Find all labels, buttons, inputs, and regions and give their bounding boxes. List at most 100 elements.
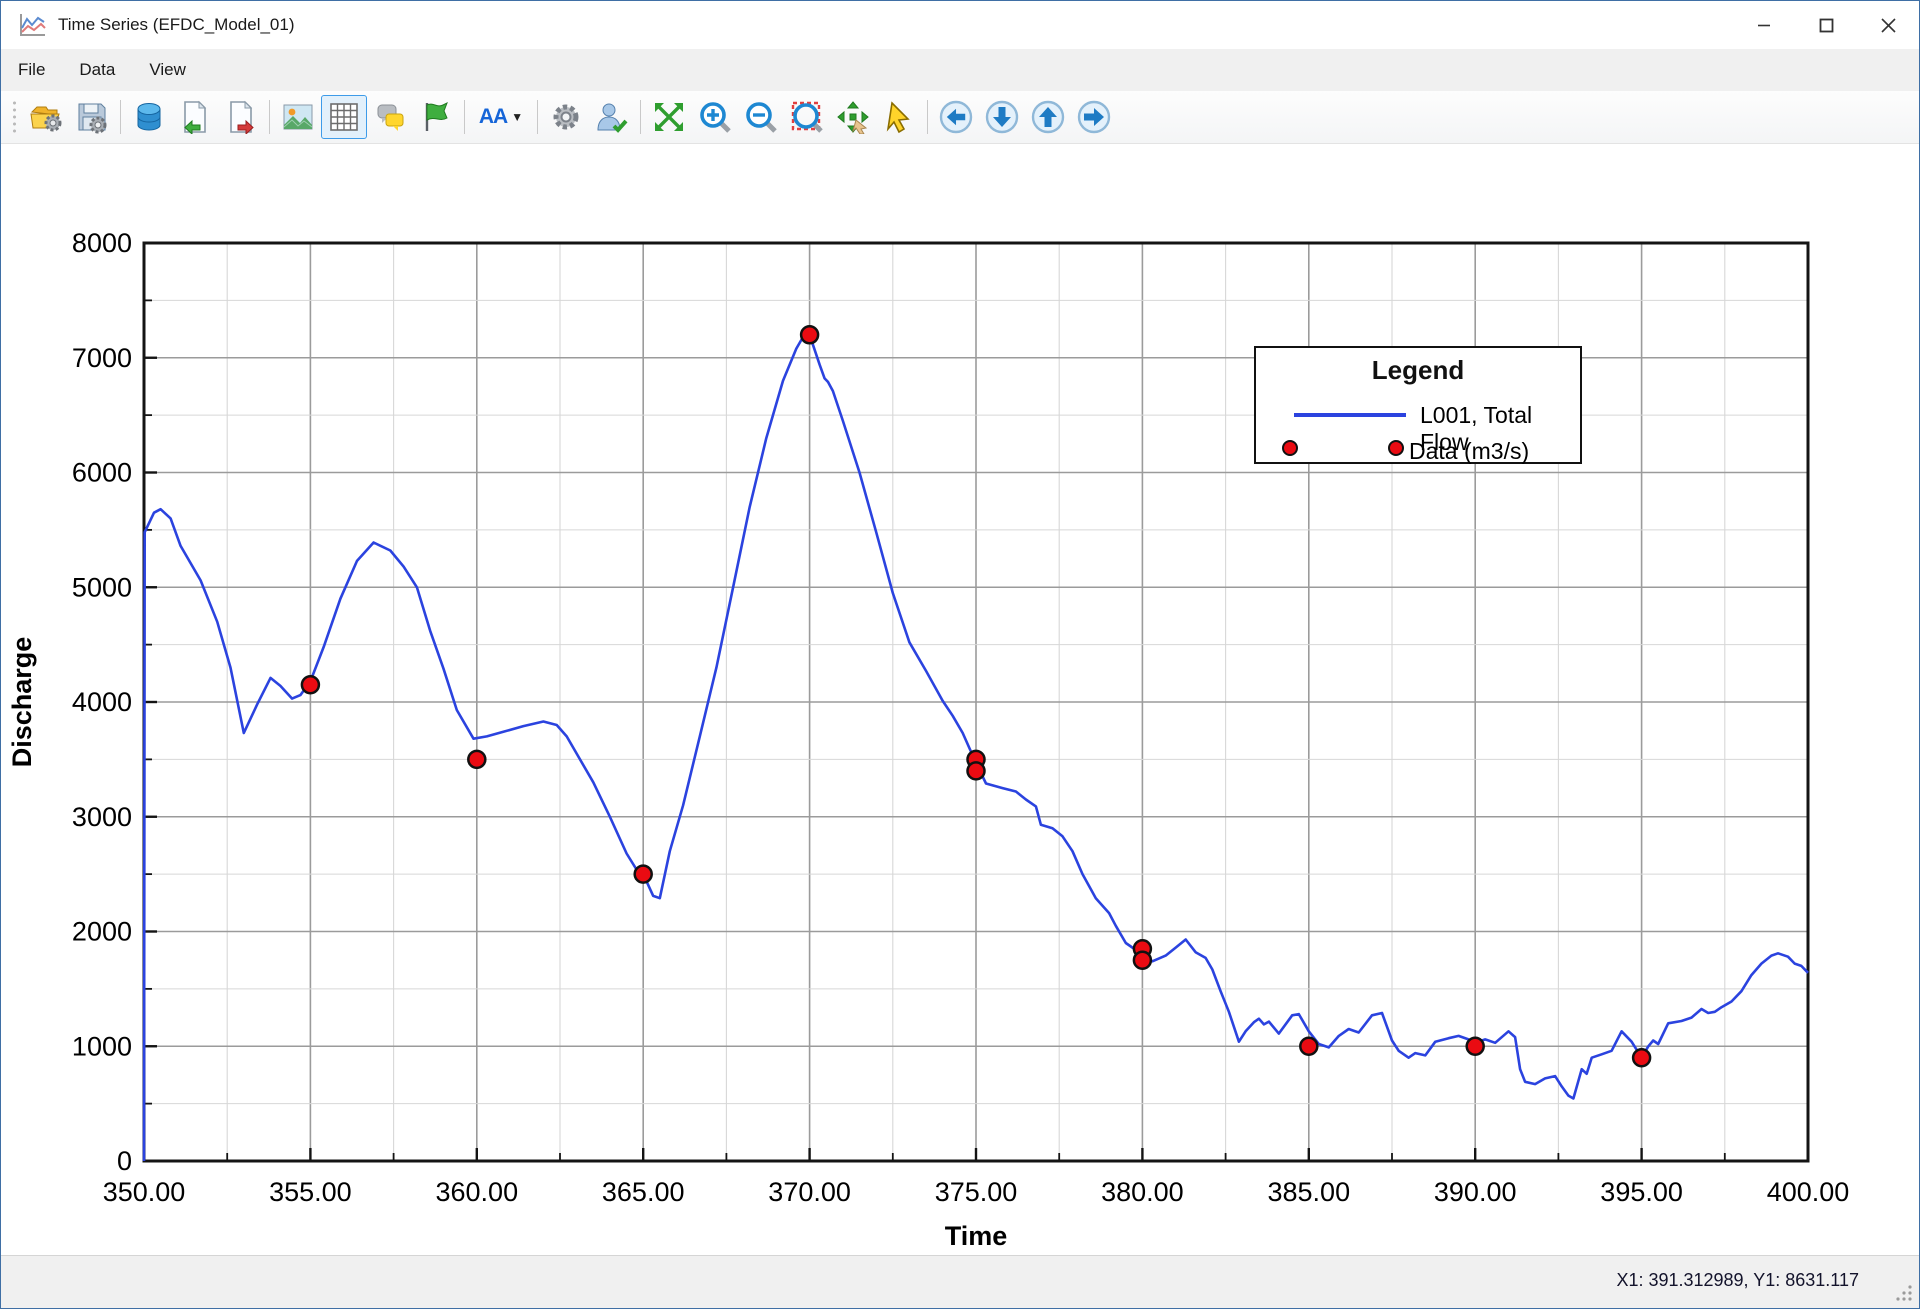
menu-file[interactable]: File: [1, 52, 62, 88]
svg-text:4000: 4000: [72, 687, 132, 717]
svg-text:5000: 5000: [72, 572, 132, 602]
legend-entry-label: Data (m3/s): [1409, 438, 1529, 465]
user-verify-button[interactable]: [589, 95, 635, 139]
zoom-extents-button[interactable]: [646, 95, 692, 139]
legend-marker-sample: [1388, 440, 1404, 456]
pan-button[interactable]: [830, 95, 876, 139]
cursor-icon: [882, 100, 916, 134]
toolbar-separator: [269, 100, 270, 134]
select-cursor-button[interactable]: [876, 95, 922, 139]
svg-text:375.00: 375.00: [935, 1177, 1018, 1207]
export-data-button[interactable]: [218, 95, 264, 139]
import-data-button[interactable]: [172, 95, 218, 139]
toolbar: AA ▼: [1, 91, 1919, 144]
svg-text:6000: 6000: [72, 458, 132, 488]
zoom-window-button[interactable]: [784, 95, 830, 139]
toolbar-separator: [464, 100, 465, 134]
legend-marker-sample: [1282, 440, 1298, 456]
save-gear-icon: [75, 100, 109, 134]
menu-bar: File Data View: [1, 49, 1919, 91]
zoom-out-button[interactable]: [738, 95, 784, 139]
toolbar-separator: [640, 100, 641, 134]
data-point-marker: [468, 751, 485, 768]
nav-up-button[interactable]: [1025, 95, 1071, 139]
nav-left-button[interactable]: [933, 95, 979, 139]
arrow-down-circle-icon: [985, 100, 1019, 134]
minimize-icon: [1757, 18, 1771, 32]
zoom-extents-icon: [652, 100, 686, 134]
plot-area[interactable]: 350.00355.00360.00365.00370.00375.00380.…: [1, 144, 1920, 1255]
app-chart-icon: [18, 12, 48, 38]
cursor-coordinates: X1: 391.312989, Y1: 8631.117: [1616, 1270, 1859, 1291]
pan-icon: [836, 100, 870, 134]
toolbar-grip[interactable]: [9, 99, 19, 135]
svg-text:0: 0: [117, 1146, 132, 1176]
open-model-settings-button[interactable]: [23, 95, 69, 139]
picture-icon: [281, 100, 315, 134]
minimize-button[interactable]: [1733, 1, 1795, 49]
toolbar-separator: [537, 100, 538, 134]
document-export-icon: [224, 100, 258, 134]
svg-text:350.00: 350.00: [103, 1177, 186, 1207]
flag-button[interactable]: [413, 95, 459, 139]
picture-button[interactable]: [275, 95, 321, 139]
user-check-icon: [595, 100, 629, 134]
database-icon: [132, 100, 166, 134]
nav-down-button[interactable]: [979, 95, 1025, 139]
close-button[interactable]: [1857, 1, 1919, 49]
chevron-down-icon[interactable]: ▼: [511, 110, 523, 124]
comments-icon: [373, 100, 407, 134]
menu-view[interactable]: View: [132, 52, 203, 88]
legend-box[interactable]: Legend L001, Total Flow Data (m3/s): [1254, 346, 1582, 464]
close-icon: [1881, 18, 1896, 33]
svg-text:2000: 2000: [72, 917, 132, 947]
app-window: Time Series (EFDC_Model_01) File Data Vi…: [0, 0, 1920, 1309]
window-title: Time Series (EFDC_Model_01): [58, 15, 295, 35]
svg-text:380.00: 380.00: [1101, 1177, 1184, 1207]
font-size-label: AA: [479, 105, 507, 129]
comments-button[interactable]: [367, 95, 413, 139]
arrow-left-circle-icon: [939, 100, 973, 134]
zoom-window-icon: [790, 100, 824, 134]
zoom-in-icon: [698, 100, 732, 134]
data-point-marker: [1633, 1049, 1650, 1066]
settings-button[interactable]: [543, 95, 589, 139]
toolbar-separator: [927, 100, 928, 134]
flag-icon: [419, 100, 453, 134]
legend-line-sample: [1294, 413, 1406, 417]
data-point-marker: [302, 676, 319, 693]
status-bar: X1: 391.312989, Y1: 8631.117: [1, 1255, 1919, 1308]
x-axis-title: Time: [945, 1221, 1008, 1251]
font-size-button[interactable]: AA ▼: [470, 95, 532, 139]
title-bar: Time Series (EFDC_Model_01): [1, 1, 1919, 49]
svg-text:390.00: 390.00: [1434, 1177, 1517, 1207]
data-point-marker: [1134, 952, 1151, 969]
svg-text:365.00: 365.00: [602, 1177, 685, 1207]
menu-data[interactable]: Data: [62, 52, 132, 88]
svg-text:400.00: 400.00: [1767, 1177, 1850, 1207]
nav-right-button[interactable]: [1071, 95, 1117, 139]
data-point-marker: [1300, 1038, 1317, 1055]
svg-text:385.00: 385.00: [1268, 1177, 1351, 1207]
resize-grip[interactable]: [1895, 1284, 1913, 1302]
data-point-marker: [801, 326, 818, 343]
svg-text:1000: 1000: [72, 1031, 132, 1061]
gear-icon: [549, 100, 583, 134]
zoom-in-button[interactable]: [692, 95, 738, 139]
data-point-marker: [1467, 1038, 1484, 1055]
y-axis-title: Discharge: [7, 637, 37, 768]
data-point-marker: [968, 762, 985, 779]
svg-text:395.00: 395.00: [1600, 1177, 1683, 1207]
svg-text:7000: 7000: [72, 343, 132, 373]
chart-panel: 350.00355.00360.00365.00370.00375.00380.…: [1, 144, 1920, 1255]
save-model-settings-button[interactable]: [69, 95, 115, 139]
maximize-button[interactable]: [1795, 1, 1857, 49]
grid-icon: [327, 100, 361, 134]
maximize-icon: [1819, 18, 1834, 33]
database-button[interactable]: [126, 95, 172, 139]
arrow-up-circle-icon: [1031, 100, 1065, 134]
arrow-right-circle-icon: [1077, 100, 1111, 134]
zoom-out-icon: [744, 100, 778, 134]
grid-button[interactable]: [321, 95, 367, 139]
svg-text:8000: 8000: [72, 228, 132, 258]
